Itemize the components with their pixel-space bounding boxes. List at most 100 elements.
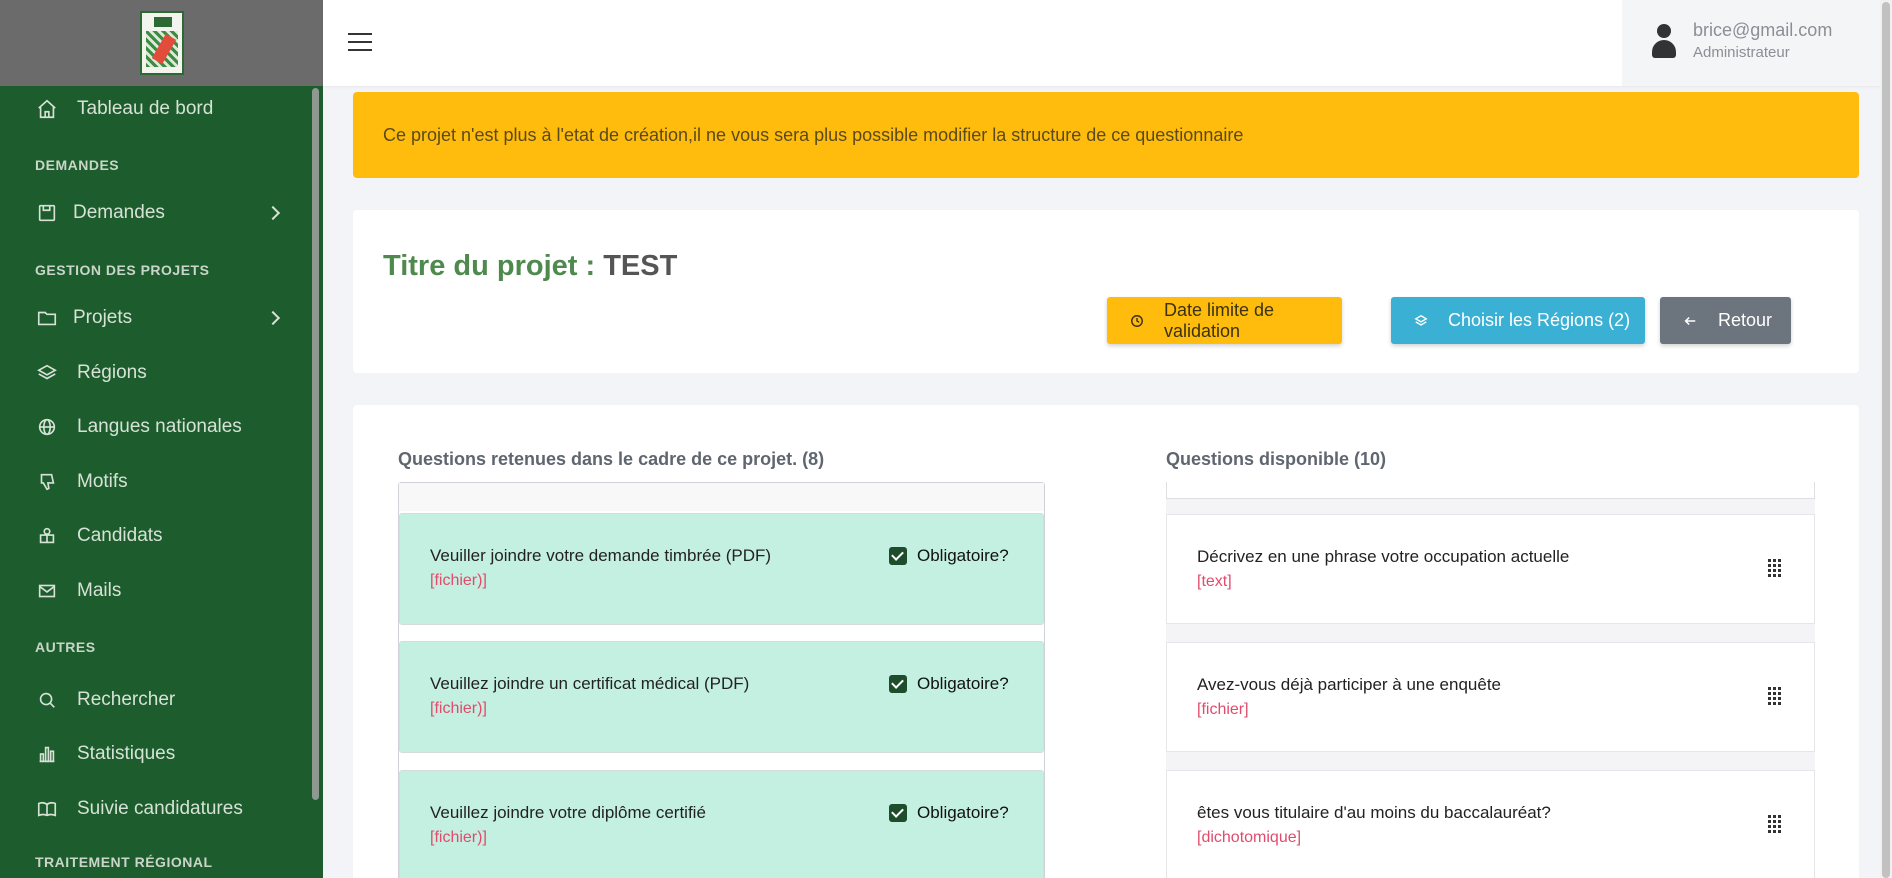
user-avatar-icon: [1650, 24, 1678, 58]
layers-icon: [36, 362, 58, 384]
checkbox-checked-icon[interactable]: [889, 804, 907, 822]
question-type: [fichier)]: [430, 829, 487, 846]
sidebar-item-mails[interactable]: Mails: [0, 568, 315, 614]
checkbox-checked-icon[interactable]: [889, 675, 907, 693]
question-type: [fichier)]: [430, 700, 487, 717]
sidebar-item-projets[interactable]: Projets: [0, 295, 315, 341]
sidebar-item-motifs[interactable]: Motifs: [0, 459, 315, 505]
available-questions-title: Questions disponible (10): [1166, 449, 1387, 469]
sidebar-item-suivie[interactable]: Suivie candidatures: [0, 786, 315, 832]
question-text: Veuiller joindre votre demande timbrée (…: [430, 546, 772, 565]
sidebar-item-langues[interactable]: Langues nationales: [0, 404, 315, 450]
chevron-right-icon: [265, 310, 281, 326]
candidate-icon: [36, 525, 58, 547]
sidebar-item-regions[interactable]: Régions: [0, 350, 315, 396]
question-type: [text]: [1197, 573, 1232, 590]
sidebar-item-candidats[interactable]: Candidats: [0, 513, 315, 559]
project-title-label: Titre du projet :: [383, 250, 596, 282]
page-scrollbar[interactable]: [1880, 0, 1892, 878]
sidebar-item-statistiques[interactable]: Statistiques: [0, 731, 315, 777]
selected-questions-list[interactable]: Veuiller joindre votre demande timbrée (…: [398, 482, 1045, 878]
sidebar-item-label: Rechercher: [77, 689, 176, 710]
available-questions-list[interactable]: Décrivez en une phrase votre occupation …: [1166, 482, 1815, 878]
project-status-alert: Ce projet n'est plus à l'etat de créatio…: [353, 92, 1859, 178]
project-header-card: Titre du projet : TEST Date limite de va…: [353, 210, 1859, 373]
save-icon: [36, 202, 58, 224]
mandatory-checkbox[interactable]: Obligatoire?: [889, 674, 1009, 694]
mandatory-label: Obligatoire?: [917, 546, 1009, 565]
selected-question-item[interactable]: Veuillez joindre votre diplôme certifié …: [399, 770, 1044, 878]
logo-area: [0, 0, 323, 86]
user-role: Administrateur: [1693, 44, 1790, 61]
app-logo[interactable]: [139, 11, 184, 75]
arrow-left-icon: [1682, 313, 1698, 329]
project-title-value: TEST: [603, 250, 678, 282]
back-button[interactable]: Retour: [1660, 297, 1791, 344]
choose-regions-button[interactable]: Choisir les Régions (2): [1391, 297, 1645, 344]
questions-card: Questions retenues dans le cadre de ce p…: [353, 405, 1859, 878]
question-type: [fichier)]: [430, 572, 487, 589]
topbar: brice@gmail.com Administrateur: [323, 0, 1892, 86]
list-header-stripe: [399, 483, 1044, 511]
choose-regions-button-label: Choisir les Régions (2): [1448, 310, 1631, 330]
question-text: Décrivez en une phrase votre occupation …: [1197, 547, 1570, 566]
sidebar-scrollbar[interactable]: [312, 88, 319, 800]
sidebar-item-label: Tableau de bord: [77, 98, 214, 119]
book-icon: [36, 798, 58, 820]
sidebar-item-label: Candidats: [77, 525, 163, 546]
available-question-item[interactable]: êtes vous titulaire d'au moins du baccal…: [1166, 770, 1815, 878]
mandatory-checkbox[interactable]: Obligatoire?: [889, 546, 1009, 566]
selected-questions-title: Questions retenues dans le cadre de ce p…: [398, 449, 825, 469]
folder-icon: [36, 307, 58, 329]
user-email: brice@gmail.com: [1693, 20, 1833, 40]
question-text: êtes vous titulaire d'au moins du baccal…: [1197, 803, 1551, 822]
sidebar-item-label: Motifs: [77, 471, 128, 492]
mandatory-label: Obligatoire?: [917, 674, 1009, 693]
sidebar-section-traitement: TRAITEMENT RÉGIONAL: [35, 854, 213, 870]
sidebar-item-rechercher[interactable]: Rechercher: [0, 677, 315, 723]
sidebar-item-demandes[interactable]: Demandes: [0, 190, 315, 236]
thumbs-down-icon: [36, 471, 58, 493]
user-menu[interactable]: brice@gmail.com Administrateur: [1622, 0, 1892, 86]
date-limit-button[interactable]: Date limite de validation: [1107, 297, 1342, 344]
menu-toggle-icon[interactable]: [348, 33, 372, 51]
available-question-item[interactable]: Avez-vous déjà participer à une enquête …: [1166, 642, 1815, 752]
sidebar-item-label: Statistiques: [77, 743, 176, 764]
search-icon: [36, 689, 58, 711]
sidebar-section-demandes: DEMANDES: [35, 157, 120, 173]
mandatory-checkbox[interactable]: Obligatoire?: [889, 803, 1009, 823]
list-gap: [1166, 624, 1815, 642]
list-gap: [1166, 752, 1815, 770]
sidebar-section-projets: GESTION DES PROJETS: [35, 262, 210, 278]
page-title: Titre du projet : TEST: [383, 250, 677, 283]
question-type: [dichotomique]: [1197, 829, 1302, 846]
question-text: Veuillez joindre un certificat médical (…: [430, 674, 750, 693]
bar-chart-icon: [36, 743, 58, 765]
page-scrollbar-thumb[interactable]: [1882, 2, 1890, 878]
sidebar-item-dashboard[interactable]: Tableau de bord: [0, 86, 315, 132]
sidebar-item-label: Demandes: [73, 202, 165, 223]
home-icon: [36, 98, 58, 120]
sidebar-item-label: Projets: [73, 307, 133, 328]
selected-question-item[interactable]: Veuillez joindre un certificat médical (…: [399, 641, 1044, 753]
back-button-label: Retour: [1718, 310, 1773, 330]
drag-handle-icon[interactable]: [1768, 559, 1782, 577]
sidebar-item-label: Suivie candidatures: [77, 798, 243, 819]
mandatory-label: Obligatoire?: [917, 803, 1009, 822]
sidebar-item-label: Régions: [77, 362, 147, 383]
sidebar-section-autres: AUTRES: [35, 639, 96, 655]
list-top-border: [1166, 482, 1815, 499]
sidebar: Tableau de bord DEMANDES Demandes GESTIO…: [0, 0, 323, 878]
list-gap: [1166, 499, 1815, 514]
sidebar-item-label: Langues nationales: [77, 416, 242, 437]
checkbox-checked-icon[interactable]: [889, 547, 907, 565]
drag-handle-icon[interactable]: [1768, 815, 1782, 833]
layers-icon: [1413, 313, 1429, 329]
question-type: [fichier]: [1197, 701, 1249, 718]
drag-handle-icon[interactable]: [1768, 687, 1782, 705]
selected-question-item[interactable]: Veuiller joindre votre demande timbrée (…: [399, 513, 1044, 625]
available-question-item[interactable]: Décrivez en une phrase votre occupation …: [1166, 514, 1815, 624]
mail-icon: [36, 580, 58, 602]
sidebar-item-label: Mails: [77, 580, 122, 601]
clock-icon: [1129, 313, 1145, 329]
